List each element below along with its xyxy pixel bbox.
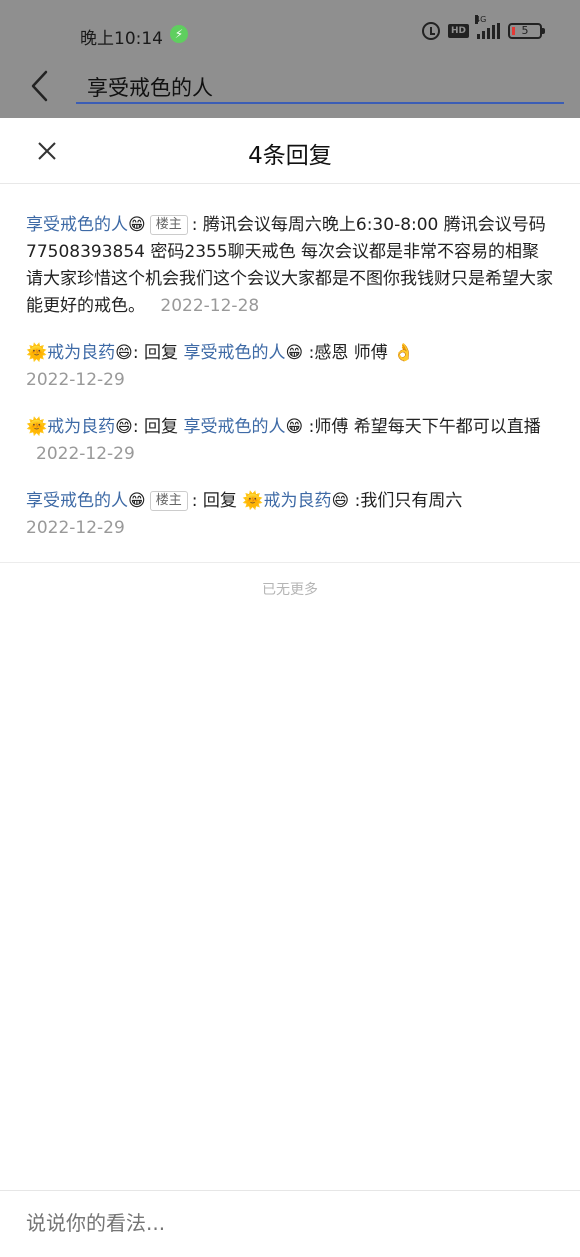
no-more-label: 已无更多 bbox=[262, 582, 318, 598]
comment-input[interactable] bbox=[26, 1211, 546, 1235]
reply-text: :我们只有周六 bbox=[354, 491, 463, 511]
grin-emoji-icon: 😁 bbox=[128, 491, 146, 511]
reply-author[interactable]: 享受戒色的人 bbox=[26, 491, 128, 511]
hd-icon: HD bbox=[447, 24, 469, 38]
smile-emoji-icon: 😄 bbox=[331, 491, 350, 511]
reply-author[interactable]: 戒为良药 bbox=[47, 417, 115, 437]
comment-bar bbox=[0, 1190, 580, 1257]
reply-colon: : bbox=[132, 417, 139, 437]
reply-colon: : bbox=[132, 343, 139, 363]
reply-item[interactable]: 享受戒色的人😁 楼主: 腾讯会议每周六晚上6:30-8:00 腾讯会议号码7750… bbox=[26, 212, 554, 320]
search-query: 享受戒色的人 bbox=[87, 76, 213, 100]
owner-badge: 楼主 bbox=[149, 491, 188, 511]
status-time: 晚上10:14 bbox=[80, 29, 163, 49]
reply-author[interactable]: 享受戒色的人 bbox=[26, 215, 128, 235]
reply-author[interactable]: 戒为良药 bbox=[47, 343, 115, 363]
status-bar: 晚上10:14 ⚡ HD 4G 5 bbox=[0, 0, 580, 68]
reply-date: 2022-12-29 bbox=[26, 518, 125, 538]
reply-label: 回复 bbox=[144, 417, 179, 437]
status-icons: HD 4G 5 bbox=[421, 15, 545, 40]
reply-date: 2022-12-29 bbox=[26, 370, 125, 390]
battery-level: 5 bbox=[521, 24, 529, 37]
reply-date: 2022-12-28 bbox=[160, 296, 260, 316]
list-divider bbox=[0, 562, 580, 563]
sun-emoji-icon: 🌞 bbox=[26, 417, 48, 437]
grin-emoji-icon: 😁 bbox=[285, 343, 304, 363]
smile-emoji-icon: 😄 bbox=[115, 417, 133, 437]
reply-target[interactable]: 享受戒色的人 bbox=[183, 417, 285, 437]
replies-sheet: 4条回复 享受戒色的人😁 楼主: 腾讯会议每周六晚上6:30-8:00 腾讯会议号… bbox=[0, 118, 580, 1257]
reply-target[interactable]: 享受戒色的人 bbox=[183, 343, 285, 363]
sheet-title: 4条回复 bbox=[248, 143, 332, 169]
reply-target[interactable]: 戒为良药 bbox=[263, 491, 331, 511]
back-arrow-icon[interactable] bbox=[28, 68, 52, 104]
charging-icon: ⚡ bbox=[170, 25, 188, 43]
signal-icon: 4G bbox=[475, 15, 500, 39]
sun-emoji-icon: 🌞 bbox=[26, 343, 48, 363]
reply-label: 回复 bbox=[202, 491, 237, 511]
reply-text: :感恩 师傅 bbox=[308, 343, 388, 363]
reply-list: 享受戒色的人😁 楼主: 腾讯会议每周六晚上6:30-8:00 腾讯会议号码7750… bbox=[0, 184, 580, 542]
owner-badge: 楼主 bbox=[149, 215, 188, 235]
smile-emoji-icon: 😄 bbox=[115, 343, 133, 363]
sheet-header: 4条回复 bbox=[0, 118, 580, 184]
ok-hand-emoji-icon: 👌 bbox=[393, 343, 415, 363]
reply-item[interactable]: 🌞戒为良药😄: 回复 享受戒色的人😁 :师傅 希望每天下午都可以直播 2022-… bbox=[26, 414, 554, 468]
reply-label: 回复 bbox=[144, 343, 179, 363]
grin-emoji-icon: 😁 bbox=[128, 215, 146, 235]
reply-date: 2022-12-29 bbox=[36, 444, 135, 464]
dimmed-background[interactable]: 晚上10:14 ⚡ HD 4G 5 享受戒色的人 bbox=[0, 0, 580, 118]
reply-colon: : bbox=[191, 215, 198, 235]
reply-text: :师傅 希望每天下午都可以直播 bbox=[308, 417, 541, 437]
network-type-label: 4G bbox=[475, 15, 487, 24]
reply-item[interactable]: 享受戒色的人😁 楼主: 回复 🌞戒为良药😄 :我们只有周六 2022-12-29 bbox=[26, 488, 554, 542]
reply-item[interactable]: 🌞戒为良药😄: 回复 享受戒色的人😁 :感恩 师傅 👌 2022-12-29 bbox=[26, 340, 554, 394]
battery-icon: 5 bbox=[508, 23, 545, 39]
grin-emoji-icon: 😁 bbox=[285, 417, 304, 437]
search-input[interactable]: 享受戒色的人 bbox=[76, 68, 564, 104]
alarm-icon bbox=[421, 22, 440, 40]
sun-emoji-icon: 🌞 bbox=[242, 491, 264, 511]
reply-colon: : bbox=[191, 491, 198, 511]
